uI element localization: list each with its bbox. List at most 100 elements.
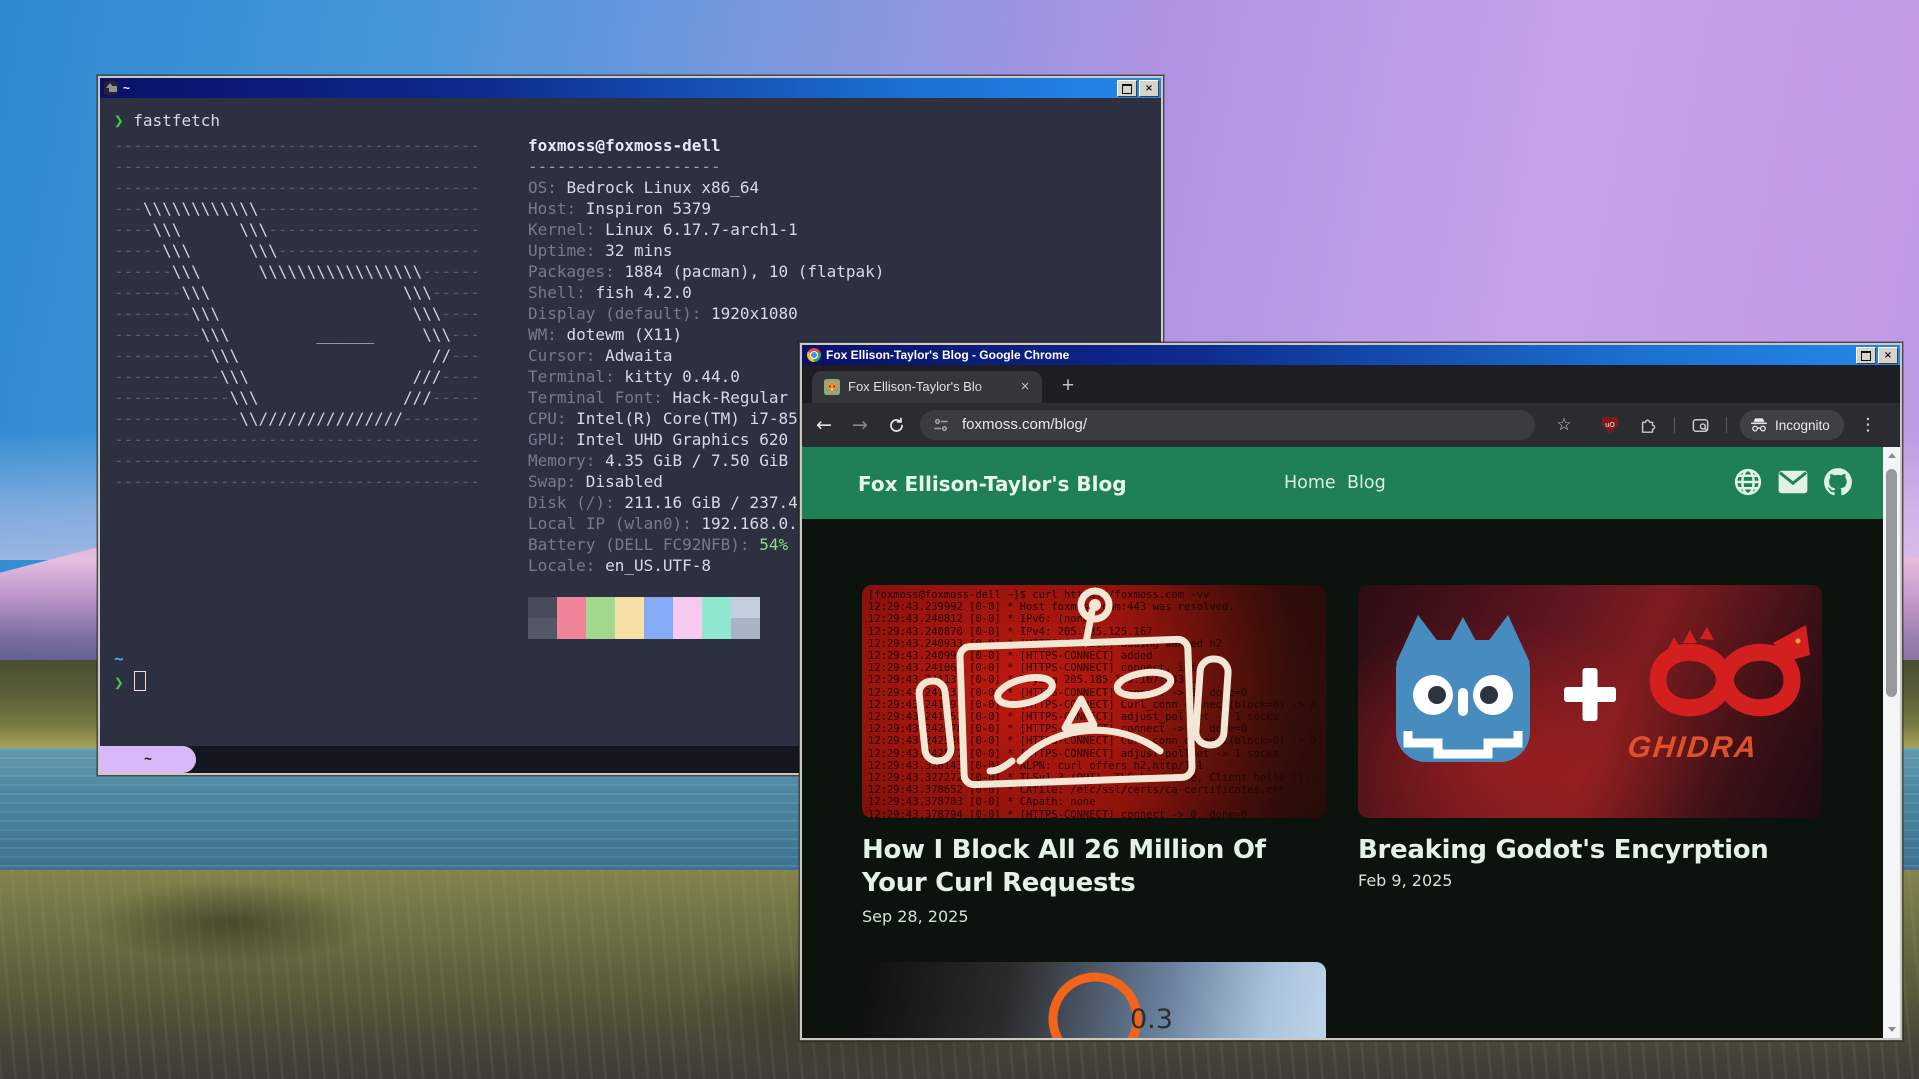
ascii-art-row: -------------------------------------- — [114, 429, 480, 450]
browser-tab[interactable]: Fox Ellison-Taylor's Blo × — [812, 371, 1042, 403]
nav-home-link[interactable]: Home — [1284, 473, 1336, 493]
maximize-icon — [1861, 351, 1871, 361]
fastfetch-line: OS: Bedrock Linux x86_64 — [528, 177, 884, 198]
scroll-down-icon[interactable] — [1883, 1021, 1900, 1038]
incognito-icon — [1750, 417, 1768, 433]
back-icon[interactable]: ← — [810, 411, 838, 439]
terminal-maximize-button[interactable] — [1117, 80, 1137, 97]
browser-toolbar: ← → foxmoss.com/blog/ ☆ uO Incognito — [802, 403, 1900, 447]
palette-swatch — [557, 597, 586, 639]
page-scrollbar[interactable] — [1883, 447, 1900, 1038]
prompt-symbol: ❯ — [114, 673, 124, 692]
cwd-indicator: ~ — [114, 649, 124, 668]
tab-strip: Fox Ellison-Taylor's Blo × + — [802, 365, 1900, 403]
fastfetch-line: Host: Inspiron 5379 — [528, 198, 884, 219]
gauge-value: 0.3 — [1130, 1004, 1173, 1035]
post-image-gauge[interactable]: 0.3 — [862, 962, 1326, 1038]
ghidra-logo: GHIDRA — [1626, 625, 1810, 764]
bookmark-star-icon[interactable]: ☆ — [1550, 411, 1578, 439]
robot-doodle — [862, 585, 1326, 818]
maximize-icon — [1122, 84, 1132, 94]
extensions-puzzle-icon[interactable] — [1634, 411, 1662, 439]
fastfetch-line: -------------------- — [528, 156, 884, 177]
chrome-maximize-button[interactable] — [1856, 347, 1876, 364]
palette-swatch — [615, 597, 644, 639]
chrome-close-button[interactable]: × — [1878, 347, 1898, 364]
post-date: Sep 28, 2025 — [862, 907, 969, 926]
gauge-icon: 0.3 — [1021, 962, 1173, 1038]
ascii-art-row: -----------\\\ ///---- — [114, 366, 480, 387]
ascii-art-row: --------\\\ \\\---- — [114, 303, 480, 324]
terminal-close-button[interactable]: × — [1139, 80, 1159, 97]
chrome-titlebar[interactable]: Fox Ellison-Taylor's Blog - Google Chrom… — [802, 345, 1900, 365]
scrollbar-thumb[interactable] — [1886, 469, 1897, 697]
fox-favicon-icon — [824, 379, 840, 395]
post-title[interactable]: How I Block All 26 Million Of Your Curl … — [862, 834, 1307, 900]
ascii-art-row: ----------\\\ //--- — [114, 345, 480, 366]
prompt-symbol: ❯ — [114, 111, 124, 130]
ascii-art-row: ------------\\\ ///----- — [114, 387, 480, 408]
ascii-art-row: -------------------------------------- — [114, 177, 480, 198]
toolbar-separator — [1674, 417, 1675, 433]
ascii-art-row: ---------\\\ ______ \\\--- — [114, 324, 480, 345]
fastfetch-line: Kernel: Linux 6.17.7-arch1-1 — [528, 219, 884, 240]
toolbar-separator — [1726, 417, 1727, 433]
terminal-tab[interactable]: ~ — [100, 746, 196, 773]
fastfetch-line: Shell: fish 4.2.0 — [528, 282, 884, 303]
terminal-titlebar[interactable]: ~ × — [100, 78, 1161, 98]
post-image-godot-ghidra[interactable]: GHIDRA — [1358, 585, 1822, 818]
palette-swatch — [586, 597, 615, 639]
ascii-art-row: -------------\\///////////////-------- — [114, 408, 480, 429]
new-tab-button[interactable]: + — [1054, 372, 1082, 400]
tab-title: Fox Ellison-Taylor's Blo — [848, 379, 1010, 394]
ascii-art-row: -----\\\ \\\--------------------- — [114, 240, 480, 261]
terminal-cursor — [134, 671, 146, 691]
search-tabs-icon[interactable] — [1686, 411, 1714, 439]
ascii-art: ----------------------------------------… — [114, 135, 480, 492]
chrome-window-title: Fox Ellison-Taylor's Blog - Google Chrom… — [826, 348, 1069, 362]
site-title: Fox Ellison-Taylor's Blog — [858, 472, 1127, 496]
chrome-window[interactable]: Fox Ellison-Taylor's Blog - Google Chrom… — [799, 342, 1903, 1041]
site-header: Fox Ellison-Taylor's Blog Home Blog — [802, 447, 1883, 519]
terminal-prompt[interactable]: ❯ — [114, 671, 146, 692]
omnibox[interactable]: foxmoss.com/blog/ — [920, 410, 1535, 440]
terminal-title: ~ — [123, 81, 130, 95]
forward-icon[interactable]: → — [846, 411, 874, 439]
fastfetch-line: Display (default): 1920x1080 — [528, 303, 884, 324]
menu-dots-icon[interactable]: ⋮ — [1854, 411, 1882, 439]
ascii-art-row: -------------------------------------- — [114, 135, 480, 156]
ascii-art-row: ----\\\ \\\---------------------- — [114, 219, 480, 240]
command-text: fastfetch — [133, 111, 220, 130]
plus-icon — [1564, 668, 1616, 721]
blog-page: Fox Ellison-Taylor's Blog Home Blog [fox… — [802, 447, 1883, 1038]
chrome-logo-icon — [807, 348, 821, 362]
mail-icon[interactable] — [1778, 470, 1808, 494]
palette-swatch — [731, 597, 760, 639]
palette-swatch — [644, 597, 673, 639]
palette-swatch — [673, 597, 702, 639]
url-text[interactable]: foxmoss.com/blog/ — [962, 416, 1087, 433]
tab-close-icon[interactable]: × — [1016, 377, 1034, 395]
post-date: Feb 9, 2025 — [1358, 871, 1452, 890]
ghidra-label: GHIDRA — [1626, 731, 1760, 764]
color-palette — [528, 597, 760, 639]
ascii-art-row: -------\\\ \\\----- — [114, 282, 480, 303]
palette-swatch — [702, 597, 731, 639]
github-icon[interactable] — [1823, 467, 1853, 497]
post-image-curl[interactable]: [foxmoss@foxmoss-dell ~]$ curl https://f… — [862, 585, 1326, 818]
scroll-up-icon[interactable] — [1883, 447, 1900, 464]
incognito-badge[interactable]: Incognito — [1740, 410, 1844, 440]
fastfetch-line: Packages: 1884 (pacman), 10 (flatpak) — [528, 261, 884, 282]
palette-swatch — [528, 597, 557, 639]
reload-icon[interactable] — [882, 411, 910, 439]
terminal-command-line: ❯ fastfetch — [114, 111, 220, 130]
godot-logo — [1396, 615, 1530, 762]
ublock-extension-icon[interactable]: uO — [1602, 417, 1618, 434]
ascii-art-row: -------------------------------------- — [114, 156, 480, 177]
post-title[interactable]: Breaking Godot's Encyrption — [1358, 834, 1818, 867]
globe-icon[interactable] — [1733, 467, 1763, 497]
fastfetch-line: Uptime: 32 mins — [528, 240, 884, 261]
kitty-icon — [104, 81, 118, 95]
ascii-art-row: ------\\\ \\\\\\\\\\\\\\\\\------ — [114, 261, 480, 282]
nav-blog-link[interactable]: Blog — [1347, 473, 1386, 493]
